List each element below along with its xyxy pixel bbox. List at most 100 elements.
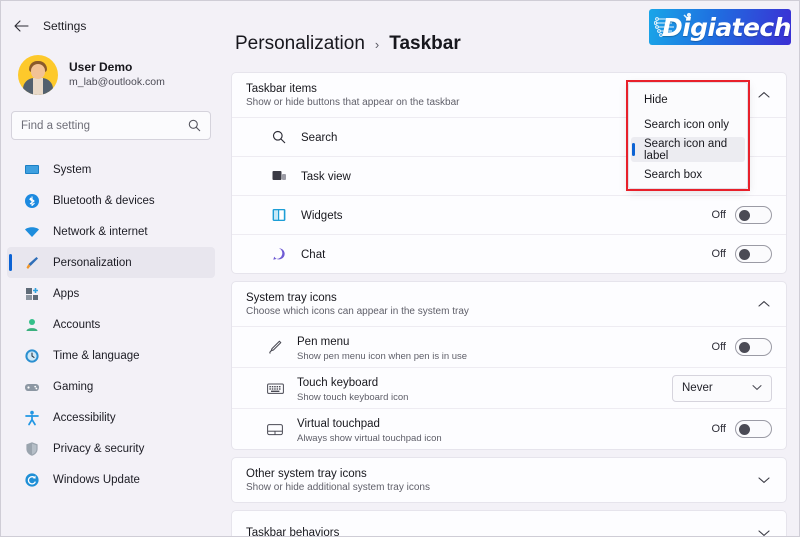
other-tray-card: Other system tray icons Show or hide add… [231, 457, 787, 503]
sidebar-item-system[interactable]: System [7, 154, 215, 185]
row-label: Virtual touchpad [297, 418, 380, 430]
toggle-state-label: Off [711, 209, 726, 221]
annotation-highlight-box [626, 80, 750, 191]
chevron-up-icon[interactable] [756, 91, 772, 99]
row-label: Pen menu [297, 336, 350, 348]
user-profile[interactable]: User Demo m_lab@outlook.com [1, 41, 221, 95]
chevron-down-icon[interactable] [756, 476, 772, 484]
sidebar-item-label: Bluetooth & devices [53, 194, 155, 207]
search-icon [188, 119, 201, 132]
sidebar-item-label: Accounts [53, 318, 101, 331]
sidebar-item-accessibility[interactable]: Accessibility [7, 402, 215, 433]
taskbar-row-widgets[interactable]: Widgets Off [232, 195, 786, 234]
virtual-touchpad-toggle[interactable] [735, 420, 772, 438]
taskbar-row-chat[interactable]: Chat Off [232, 234, 786, 273]
sidebar-item-apps[interactable]: Apps [7, 278, 215, 309]
gamepad-icon [23, 378, 40, 395]
row-label: Widgets [301, 210, 343, 222]
pen-menu-toggle-group: Off [712, 338, 772, 356]
sidebar-item-accounts[interactable]: Accounts [7, 309, 215, 340]
row-label: Search [301, 132, 338, 144]
section-title: Other system tray icons [246, 467, 367, 480]
system-tray-card: System tray icons Choose which icons can… [231, 281, 787, 450]
sidebar: Settings User Demo m_lab@outlook.com Fin… [1, 1, 221, 536]
row-label: Chat [301, 249, 326, 261]
chat-icon [270, 247, 288, 261]
pen-icon [266, 339, 284, 355]
section-subtitle: Show or hide additional system tray icon… [246, 481, 430, 493]
back-row: Settings [1, 11, 221, 41]
sidebar-item-label: Personalization [53, 256, 132, 269]
search-input[interactable] [21, 119, 188, 132]
chat-toggle-group: Off [712, 245, 772, 263]
toggle-state-label: Off [711, 248, 726, 260]
sidebar-item-label: Windows Update [53, 473, 140, 486]
digiatech-logo: Digiatech [649, 9, 791, 45]
taskbar-behaviors-header[interactable]: Taskbar behaviors [232, 511, 786, 536]
sidebar-item-windows-update[interactable]: Windows Update [7, 464, 215, 495]
accessibility-icon [23, 409, 40, 426]
row-subtitle: Always show virtual touchpad icon [297, 433, 442, 444]
touch-keyboard-select[interactable]: Never [672, 374, 772, 402]
widgets-toggle-group: Off [712, 206, 772, 224]
chevron-up-icon[interactable] [756, 300, 772, 308]
toggle-state-label: Off [711, 341, 726, 353]
back-arrow-icon[interactable] [13, 18, 29, 34]
row-subtitle: Show touch keyboard icon [297, 392, 409, 403]
sidebar-nav: System Bluetooth & devices Network & int… [1, 154, 221, 495]
sidebar-item-privacy-security[interactable]: Privacy & security [7, 433, 215, 464]
paintbrush-icon [23, 254, 40, 271]
taskbar-behaviors-card: Taskbar behaviors [231, 510, 787, 536]
sidebar-item-time-language[interactable]: Time & language [7, 340, 215, 371]
clock-icon [23, 347, 40, 364]
other-tray-header[interactable]: Other system tray icons Show or hide add… [232, 458, 786, 502]
sidebar-item-personalization[interactable]: Personalization [7, 247, 215, 278]
sidebar-item-label: Accessibility [53, 411, 116, 424]
sidebar-item-bluetooth-devices[interactable]: Bluetooth & devices [7, 185, 215, 216]
chat-toggle[interactable] [735, 245, 772, 263]
tray-row-touch-keyboard[interactable]: Touch keyboard Show touch keyboard icon … [232, 367, 786, 408]
touchpad-icon [266, 423, 284, 436]
tray-row-pen-menu[interactable]: Pen menu Show pen menu icon when pen is … [232, 326, 786, 367]
breadcrumb-parent[interactable]: Personalization [235, 33, 365, 55]
sidebar-item-network-internet[interactable]: Network & internet [7, 216, 215, 247]
avatar [18, 55, 58, 95]
section-title: System tray icons [246, 291, 337, 304]
widgets-toggle[interactable] [735, 206, 772, 224]
sidebar-item-label: Gaming [53, 380, 94, 393]
row-label: Task view [301, 171, 351, 183]
select-value: Never [682, 382, 713, 394]
update-icon [23, 471, 40, 488]
sidebar-item-label: Time & language [53, 349, 140, 362]
breadcrumb-separator: › [374, 36, 380, 52]
bluetooth-icon [23, 192, 40, 209]
shield-icon [23, 440, 40, 457]
search-settings-box[interactable] [11, 111, 211, 140]
user-email: m_lab@outlook.com [69, 76, 165, 89]
settings-window: Digiatech Settings User Demo m_lab@outlo… [0, 0, 800, 537]
monitor-icon [23, 161, 40, 178]
system-tray-header[interactable]: System tray icons Choose which icons can… [232, 282, 786, 326]
sidebar-item-gaming[interactable]: Gaming [7, 371, 215, 402]
person-icon [23, 316, 40, 333]
section-subtitle: Choose which icons can appear in the sys… [246, 305, 469, 317]
virtual-touchpad-toggle-group: Off [712, 420, 772, 438]
logo-text: Digiatech [662, 12, 791, 42]
row-subtitle: Show pen menu icon when pen is in use [297, 351, 468, 362]
toggle-state-label: Off [711, 423, 726, 435]
search-icon [270, 130, 288, 144]
pen-menu-toggle[interactable] [735, 338, 772, 356]
user-name: User Demo [69, 60, 133, 75]
app-title: Settings [43, 19, 87, 33]
chevron-down-icon [752, 383, 762, 393]
widgets-icon [270, 208, 288, 222]
sidebar-item-label: Apps [53, 287, 80, 300]
chevron-down-icon[interactable] [756, 529, 772, 536]
taskview-icon [270, 169, 288, 183]
sidebar-item-label: Network & internet [53, 225, 148, 238]
tray-row-virtual-touchpad[interactable]: Virtual touchpad Always show virtual tou… [232, 408, 786, 449]
sidebar-item-label: System [53, 163, 92, 176]
sidebar-item-label: Privacy & security [53, 442, 145, 455]
apps-icon [23, 285, 40, 302]
row-label: Touch keyboard [297, 377, 379, 389]
